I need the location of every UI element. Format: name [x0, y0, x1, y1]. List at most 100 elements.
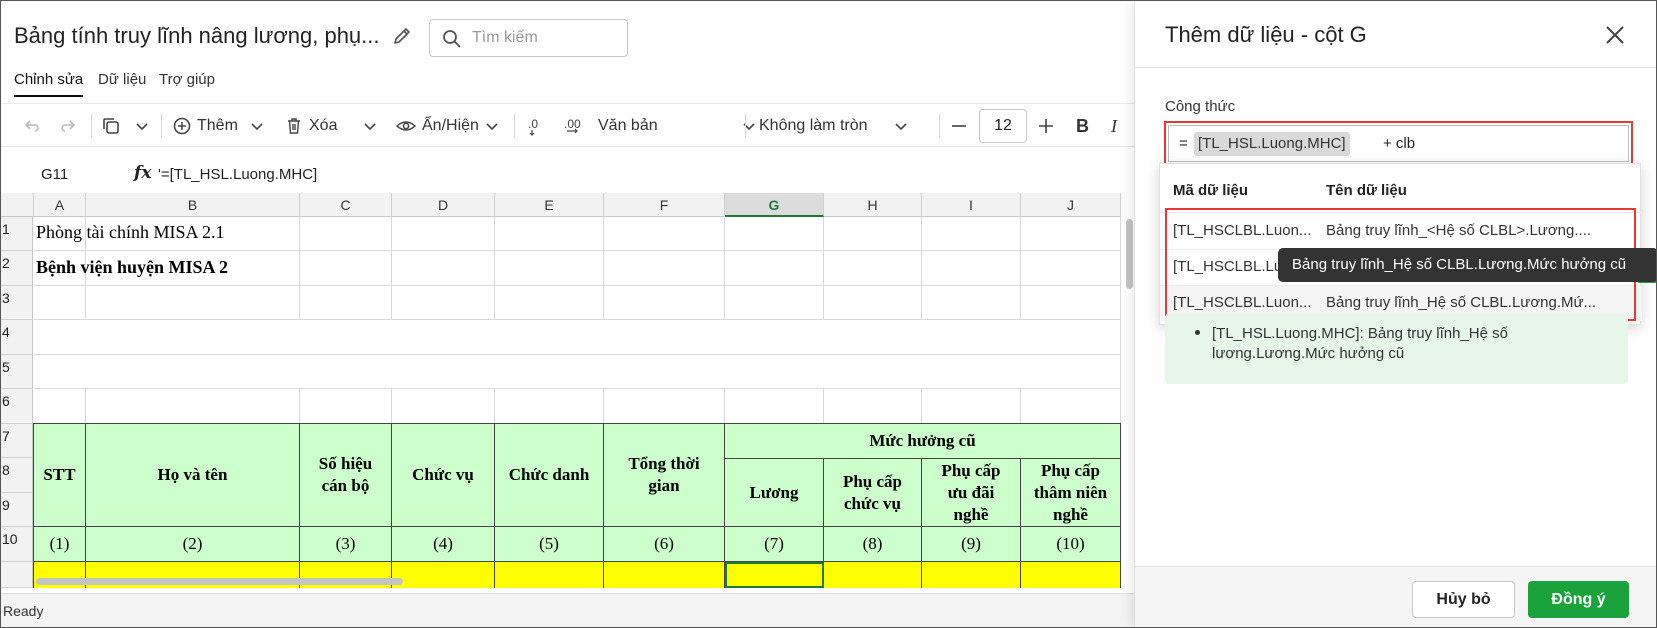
- column-header[interactable]: B: [86, 193, 300, 217]
- copy-dropdown-chevron-icon[interactable]: [135, 104, 149, 148]
- row-header[interactable]: 4: [1, 320, 33, 355]
- data-cell[interactable]: [392, 562, 495, 588]
- grid-cell[interactable]: [1021, 389, 1121, 424]
- grid-cell[interactable]: [495, 286, 604, 320]
- merged-row-cell[interactable]: [34, 355, 1121, 389]
- cell-reference[interactable]: G11: [41, 166, 68, 183]
- formula-bar-value[interactable]: '=[TL_HSL.Luong.MHC]: [158, 166, 317, 183]
- grid-cell[interactable]: [300, 286, 392, 320]
- data-cell[interactable]: [922, 562, 1021, 588]
- column-number[interactable]: (9): [922, 527, 1021, 562]
- column-number[interactable]: (4): [392, 527, 495, 562]
- grid-cell[interactable]: [725, 217, 824, 251]
- grid-cell[interactable]: [604, 217, 725, 251]
- vertical-scrollbar[interactable]: [1126, 219, 1133, 289]
- confirm-button[interactable]: Đồng ý: [1528, 581, 1629, 618]
- edit-title-icon[interactable]: [391, 25, 413, 47]
- close-icon[interactable]: [1602, 22, 1628, 48]
- grid-cell[interactable]: [392, 286, 495, 320]
- header-salary[interactable]: Lương: [725, 459, 824, 527]
- header-position-allowance[interactable]: Phụ cấp chức vụ: [824, 459, 922, 527]
- select-all-corner[interactable]: [1, 193, 34, 217]
- decrease-decimal-icon[interactable]: .0: [525, 104, 543, 148]
- grid-cell[interactable]: [725, 389, 824, 424]
- grid-cell[interactable]: [604, 389, 725, 424]
- cell-a1[interactable]: Phòng tài chính MISA 2.1: [36, 222, 225, 243]
- grid-cell[interactable]: [824, 286, 922, 320]
- grid-cell[interactable]: [86, 286, 300, 320]
- header-stt[interactable]: STT: [34, 424, 86, 527]
- copy-icon[interactable]: [101, 104, 121, 148]
- bold-button[interactable]: B: [1076, 104, 1089, 148]
- row-header[interactable]: 2: [1, 251, 33, 286]
- column-number[interactable]: (2): [86, 527, 300, 562]
- header-total-time[interactable]: Tổng thời gian: [604, 424, 725, 527]
- active-cell-g11[interactable]: [725, 562, 824, 588]
- row-header[interactable]: 3: [1, 286, 33, 320]
- grid-cell[interactable]: [86, 389, 300, 424]
- header-position[interactable]: Chức vụ: [392, 424, 495, 527]
- header-staff-id[interactable]: Số hiệu cán bộ: [300, 424, 392, 527]
- grid-cell[interactable]: [604, 286, 725, 320]
- grid-cell[interactable]: [1021, 217, 1121, 251]
- grid-cell[interactable]: [922, 286, 1021, 320]
- cell-a2[interactable]: Bệnh viện huyện MISA 2: [36, 257, 228, 278]
- row-header[interactable]: 1: [1, 217, 33, 251]
- data-cell[interactable]: [604, 562, 725, 588]
- grid-cell[interactable]: [725, 286, 824, 320]
- row-header[interactable]: 5: [1, 355, 33, 389]
- data-cell[interactable]: [1021, 562, 1121, 588]
- italic-button[interactable]: I: [1111, 104, 1117, 148]
- row-header[interactable]: 9: [1, 493, 33, 527]
- grid-cell[interactable]: [300, 389, 392, 424]
- header-seniority-allowance[interactable]: Phụ cấp thâm niên nghề: [1021, 459, 1121, 527]
- grid-cell[interactable]: [300, 217, 392, 251]
- increase-decimal-icon[interactable]: .00: [563, 104, 587, 148]
- column-number[interactable]: (7): [725, 527, 824, 562]
- grid-cell[interactable]: [300, 251, 392, 286]
- tab-help[interactable]: Trợ giúp: [159, 71, 215, 88]
- grid-cell[interactable]: [392, 251, 495, 286]
- tab-data[interactable]: Dữ liệu: [98, 71, 146, 88]
- spreadsheet-grid[interactable]: A B C D E F G H I J 1 2 3 4 5 6 7 8 9 10: [1, 193, 1121, 588]
- font-size-input[interactable]: 12: [979, 109, 1027, 143]
- merged-row-cell[interactable]: [34, 320, 1121, 355]
- column-number[interactable]: (3): [300, 527, 392, 562]
- grid-cell[interactable]: [392, 389, 495, 424]
- header-old-rate-group[interactable]: Mức hưởng cũ: [725, 424, 1121, 459]
- decrease-font-size-icon[interactable]: [950, 104, 968, 148]
- grid-cell[interactable]: [824, 217, 922, 251]
- grid-cell[interactable]: [824, 389, 922, 424]
- column-header[interactable]: H: [824, 193, 922, 217]
- number-format-select[interactable]: Văn bản: [598, 104, 756, 148]
- column-number[interactable]: (1): [34, 527, 86, 562]
- column-header[interactable]: E: [495, 193, 604, 217]
- column-header[interactable]: A: [34, 193, 86, 217]
- column-header[interactable]: F: [604, 193, 725, 217]
- grid-cell[interactable]: [495, 217, 604, 251]
- header-title[interactable]: Chức danh: [495, 424, 604, 527]
- grid-cell[interactable]: [725, 251, 824, 286]
- grid-cell[interactable]: [604, 251, 725, 286]
- tab-edit[interactable]: Chỉnh sửa: [14, 71, 84, 97]
- cancel-button[interactable]: Hủy bỏ: [1412, 581, 1515, 618]
- column-number[interactable]: (5): [495, 527, 604, 562]
- header-incentive-allowance[interactable]: Phụ cấp ưu đãi nghề: [922, 459, 1021, 527]
- grid-cell[interactable]: [922, 217, 1021, 251]
- row-header[interactable]: 7: [1, 424, 33, 458]
- redo-icon[interactable]: [59, 104, 77, 148]
- row-header[interactable]: 6: [1, 389, 33, 424]
- rounding-select[interactable]: Không làm tròn: [759, 104, 908, 148]
- row-header[interactable]: [1, 562, 33, 588]
- insert-button[interactable]: Thêm: [173, 104, 264, 148]
- search-box[interactable]: Tìm kiếm: [429, 19, 628, 57]
- grid-cell[interactable]: [34, 286, 86, 320]
- grid-cell[interactable]: [34, 389, 86, 424]
- grid-cell[interactable]: [392, 217, 495, 251]
- grid-cell[interactable]: [922, 389, 1021, 424]
- column-number[interactable]: (10): [1021, 527, 1121, 562]
- grid-cell[interactable]: [922, 251, 1021, 286]
- grid-cell[interactable]: [495, 389, 604, 424]
- row-header[interactable]: 8: [1, 458, 33, 493]
- column-header[interactable]: J: [1021, 193, 1121, 217]
